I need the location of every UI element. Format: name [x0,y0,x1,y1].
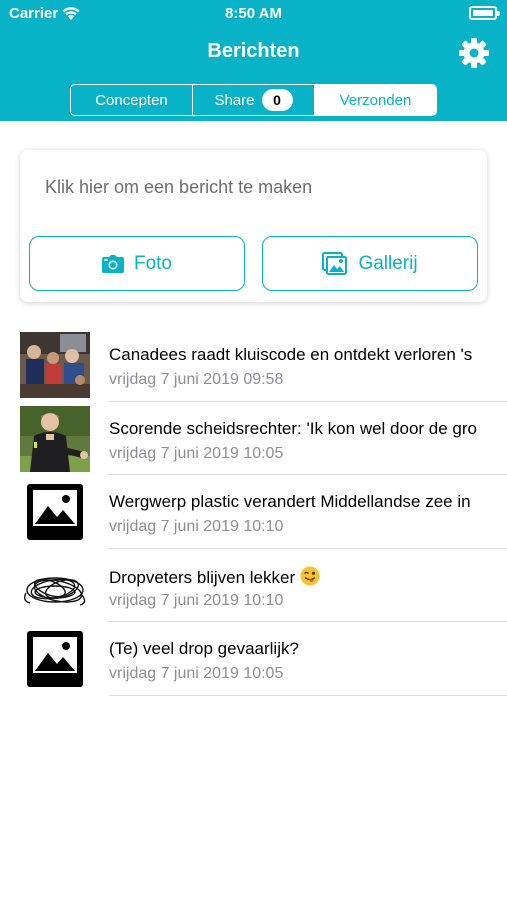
message-thumbnail [20,626,90,692]
tab-share[interactable]: Share 0 [192,85,314,115]
tab-concepten[interactable]: Concepten [71,85,192,115]
tab-share-label: Share [214,91,255,109]
message-thumbnail [20,405,90,472]
message-title-text: Dropveters blijven lekker [109,567,296,587]
camera-icon [101,254,124,273]
navigation-header: Carrier 8:50 AM Berichten Concepten Shar… [0,0,507,121]
winking-tongue-emoji-icon [300,566,320,585]
gear-icon[interactable] [458,37,490,69]
photo-button-label: Foto [133,252,173,274]
message-title: (Te) veel drop gevaarlijk? [109,639,299,658]
list-item[interactable]: Canadees raadt kluiscode en ontdekt verl… [0,328,507,402]
licorice-photo [20,552,90,619]
message-thumbnail [20,332,90,398]
message-title: Canadees raadt kluiscode en ontdekt verl… [109,345,473,364]
list-item[interactable]: Scorende scheidsrechter: 'Ik kon wel doo… [0,402,507,475]
battery-icon [469,6,500,20]
message-thumbnail [20,552,90,619]
share-count-badge: 0 [261,89,293,111]
message-date: vrijdag 7 juni 2019 10:10 [109,518,284,535]
compose-message-field[interactable]: Klik hier om een bericht te maken [45,177,312,198]
message-filter-tabs: Concepten Share 0 Verzonden [70,84,437,116]
list-item[interactable]: Dropveters blijven lekker vrijdag 7 juni… [0,549,507,622]
photo-button[interactable]: Foto [29,236,245,291]
referee-photo [20,405,90,472]
gallery-button-label: Gallerij [358,252,418,274]
image-placeholder-icon [27,631,83,687]
message-title: Dropveters blijven lekker [109,566,487,588]
status-time: 8:50 AM [225,5,282,22]
divider [109,694,507,696]
gallery-icon [322,251,348,276]
status-bar: Carrier 8:50 AM [0,0,507,28]
tab-verzonden[interactable]: Verzonden [314,85,436,115]
tab-verzonden-label: Verzonden [339,91,412,109]
message-title: Scorende scheidsrechter: 'Ik kon wel doo… [109,418,477,438]
compose-card: Klik hier om een bericht te maken Foto G… [20,150,487,302]
crowd-photo [20,332,90,398]
battery-level [473,10,493,16]
tab-concepten-label: Concepten [95,91,168,109]
message-title: Wergwerp plastic verandert Middellandse … [109,492,471,511]
page-title: Berichten [207,40,300,62]
gallery-button[interactable]: Gallerij [262,236,478,291]
message-date: vrijdag 7 juni 2019 09:58 [109,371,284,388]
sent-messages-list: Canadees raadt kluiscode en ontdekt verl… [0,328,507,696]
message-date: vrijdag 7 juni 2019 10:10 [109,591,284,609]
image-placeholder-icon [27,484,83,540]
list-item[interactable]: (Te) veel drop gevaarlijk? vrijdag 7 jun… [0,622,507,696]
list-item[interactable]: Wergwerp plastic verandert Middellandse … [0,475,507,549]
message-thumbnail [20,479,90,545]
message-date: vrijdag 7 juni 2019 10:05 [109,665,284,682]
message-date: vrijdag 7 juni 2019 10:05 [109,444,284,462]
